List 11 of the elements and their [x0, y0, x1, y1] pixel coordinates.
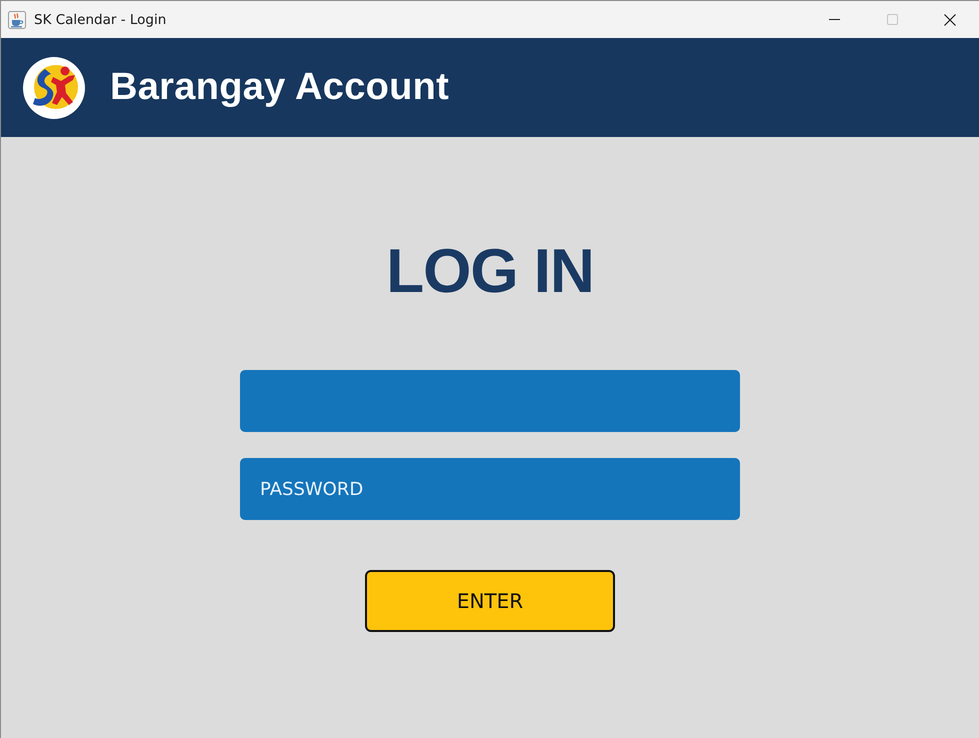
input-field[interactable]: [240, 370, 740, 432]
login-heading: LOG IN: [386, 237, 594, 307]
window-title: SK Calendar - Login: [34, 12, 166, 28]
maximize-icon: [886, 14, 898, 25]
header-title: Barangay Account: [110, 66, 450, 109]
password-field[interactable]: PASSWORD: [240, 458, 740, 520]
close-icon: [944, 14, 956, 26]
cup-icon: [8, 10, 26, 28]
minimize-icon: [828, 19, 840, 20]
enter-button[interactable]: ENTER: [365, 570, 615, 632]
logo-icon: [23, 56, 85, 118]
